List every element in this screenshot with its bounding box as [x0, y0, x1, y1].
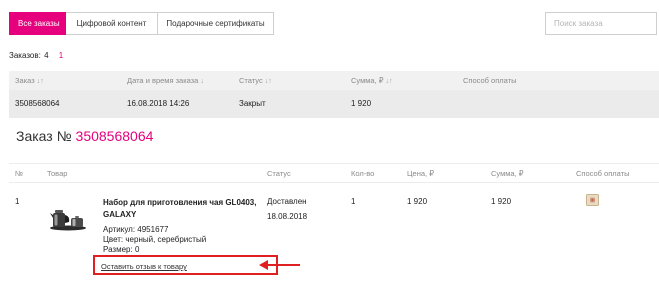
sort-icon[interactable]: ↓: [200, 78, 204, 85]
column-item-status: Статус: [267, 169, 291, 178]
column-qty: Кол-во: [351, 169, 375, 178]
product-image[interactable]: [49, 205, 87, 231]
column-date[interactable]: Дата и время заказа ↓: [127, 71, 204, 91]
product-size: Размер: 0: [103, 245, 140, 254]
column-sum[interactable]: Сумма, ₽ ↓↑: [351, 71, 393, 91]
pagination-page-1[interactable]: 1: [59, 51, 63, 60]
column-price: Цена, ₽: [407, 169, 434, 178]
column-order[interactable]: Заказ ↓↑: [15, 71, 44, 91]
column-item-payment: Способ оплаты: [576, 169, 630, 178]
item-sum: 1 920: [491, 197, 512, 206]
column-item-sum: Сумма, ₽: [491, 169, 524, 178]
orders-count: Заказов: 4 1: [9, 51, 63, 60]
order-tabs: Все заказы Цифровой контент Подарочные с…: [9, 12, 274, 35]
order-date: 16.08.2018 14:26: [127, 99, 190, 108]
order-items-header: № Товар Статус Кол-во Цена, ₽ Сумма, ₽ С…: [9, 163, 659, 183]
orders-table-header: Заказ ↓↑ Дата и время заказа ↓ Статус ↓↑ Су…: [9, 71, 659, 90]
search-input[interactable]: [545, 12, 657, 35]
sort-icon[interactable]: ↓↑: [265, 78, 272, 85]
column-status[interactable]: Статус ↓↑: [239, 71, 272, 91]
column-no: №: [15, 169, 24, 178]
column-product: Товар: [47, 169, 68, 178]
order-status: Закрыт: [239, 99, 266, 108]
item-qty: 1: [351, 197, 356, 206]
sort-icon[interactable]: ↓↑: [37, 78, 44, 85]
column-payment: Способ оплаты: [463, 76, 517, 85]
order-title-prefix: Заказ №: [16, 128, 72, 144]
tab-all-orders[interactable]: Все заказы: [9, 12, 66, 35]
order-item-row: 1 Набор для приготовления чая GL0403, GA…: [9, 183, 659, 281]
item-price: 1 920: [407, 197, 428, 206]
order-number: 3508568064: [15, 99, 60, 108]
product-name[interactable]: Набор для приготовления чая GL0403, GALA…: [103, 197, 263, 221]
orders-count-label: Заказов:: [9, 51, 41, 60]
arrow-left-icon: [259, 260, 300, 270]
product-color: Цвет: черный, серебристый: [103, 235, 207, 244]
item-status-date: 18.08.2018: [267, 212, 308, 221]
tab-digital-content[interactable]: Цифровой контент: [66, 12, 158, 35]
card-payment-icon: [586, 194, 599, 206]
order-title-number: 3508568064: [75, 128, 154, 144]
tab-gift-certificates[interactable]: Подарочные сертификаты: [158, 12, 274, 35]
order-title: Заказ № 3508568064: [16, 128, 153, 144]
order-sum: 1 920: [351, 99, 372, 108]
highlight-box: [93, 255, 278, 275]
orders-count-value: 4: [44, 51, 49, 60]
table-row[interactable]: 3508568064 16.08.2018 14:26 Закрыт 1 920: [9, 90, 659, 118]
item-number: 1: [15, 197, 20, 206]
product-article: Артикул: 4951677: [103, 225, 169, 234]
sort-icon[interactable]: ↓↑: [386, 78, 393, 85]
item-status: Доставлен: [267, 197, 307, 206]
